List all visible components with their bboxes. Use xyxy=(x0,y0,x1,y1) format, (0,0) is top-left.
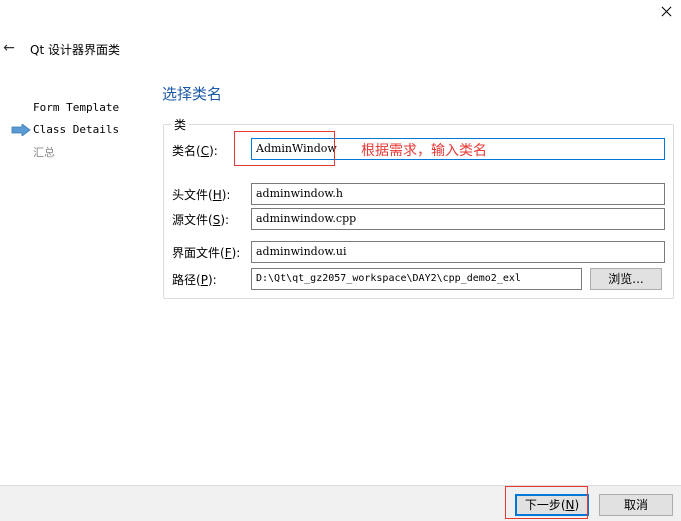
wizard-title: Qt 设计器界面类 xyxy=(30,43,120,57)
path-label: 路径(P): xyxy=(172,273,217,287)
header-file-label: 头文件(H): xyxy=(172,188,231,202)
back-arrow-icon[interactable]: ← xyxy=(0,38,18,58)
group-title: 类 xyxy=(171,116,190,133)
page-title: 选择类名 xyxy=(162,85,223,103)
form-file-input[interactable]: adminwindow.ui xyxy=(251,241,665,263)
close-icon[interactable] xyxy=(655,0,679,24)
form-file-label: 界面文件(F): xyxy=(172,246,241,260)
path-input[interactable]: D:\Qt\qt_gz2057_workspace\DAY2\cpp_demo2… xyxy=(251,268,582,290)
browse-button[interactable]: 浏览... xyxy=(590,268,662,290)
step-class-details: Class Details xyxy=(33,123,120,136)
header-file-input[interactable]: adminwindow.h xyxy=(251,183,665,205)
cancel-button[interactable]: 取消 xyxy=(599,494,673,516)
classname-label: 类名(C): xyxy=(172,144,218,158)
current-step-arrow-icon xyxy=(11,124,31,136)
step-summary: 汇总 xyxy=(33,146,55,159)
source-file-label: 源文件(S): xyxy=(172,213,230,227)
next-button[interactable]: 下一步(N) xyxy=(515,494,589,516)
source-file-input[interactable]: adminwindow.cpp xyxy=(251,208,665,230)
step-form-template: Form Template xyxy=(33,101,120,114)
annotation-text: 根据需求，输入类名 xyxy=(361,143,487,159)
